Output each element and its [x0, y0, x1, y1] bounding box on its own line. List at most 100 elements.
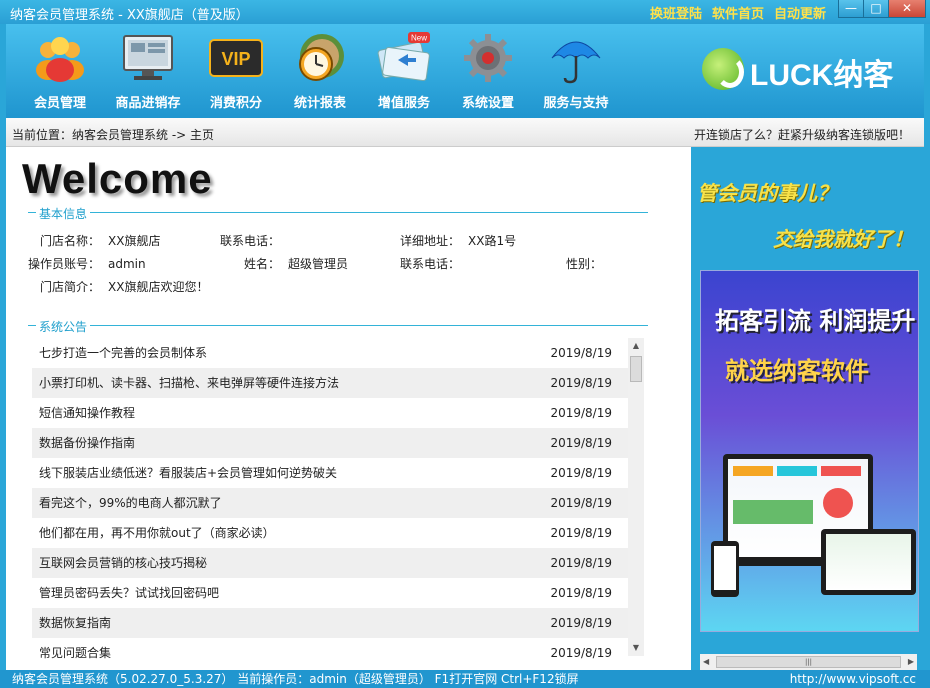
intro-label: 门店简介：	[40, 280, 101, 294]
members-icon	[36, 37, 84, 82]
toolbar-label: 商品进销存	[115, 96, 181, 111]
notice-date: 2019/8/19	[550, 616, 612, 630]
close-button[interactable]: ✕	[888, 0, 926, 18]
scroll-up-icon[interactable]: ▲	[628, 338, 644, 354]
notice-title[interactable]: 看完这个，99%的电商人都沉默了	[39, 488, 222, 518]
store-name-value: XX旗舰店	[108, 234, 161, 248]
notice-title[interactable]: 短信通知操作教程	[39, 398, 135, 428]
breadcrumb-bar: 当前位置：纳客会员管理系统 -> 主页 开连锁店了么？赶紧升级纳客连锁版吧！	[6, 118, 924, 147]
monitor-icon	[123, 35, 173, 80]
intro-field: 门店简介： XX旗舰店欢迎您！	[40, 278, 208, 295]
section-divider	[28, 212, 648, 213]
toolbar-label: 消费积分	[209, 96, 262, 111]
scroll-left-icon[interactable]: ◀	[703, 657, 709, 666]
notice-row[interactable]: 线下服装店业绩低迷？看服装店+会员管理如何逆势破关 2019/8/19	[32, 458, 628, 488]
toolbar-member-management[interactable]: 会员管理	[20, 30, 100, 112]
website-link[interactable]: http://www.vipsoft.cc	[790, 670, 916, 688]
notice-row[interactable]: 七步打造一个完善的会员制体系 2019/8/19	[32, 338, 628, 368]
umbrella-icon	[551, 41, 601, 84]
luck-logo: LUCK纳客	[702, 44, 902, 94]
notice-row[interactable]: 小票打印机、读卡器、扫描枪、来电弹屏等硬件连接方法 2019/8/19	[32, 368, 628, 398]
notice-row[interactable]: 数据恢复指南 2019/8/19	[32, 608, 628, 638]
breadcrumb: 当前位置：纳客会员管理系统 -> 主页	[12, 128, 215, 142]
notice-date: 2019/8/19	[550, 526, 612, 540]
notice-title[interactable]: 小票打印机、读卡器、扫描枪、来电弹屏等硬件连接方法	[39, 368, 339, 398]
toolbar-label: 服务与支持	[543, 96, 609, 111]
notice-title[interactable]: 线下服装店业绩低迷？看服装店+会员管理如何逆势破关	[39, 458, 337, 488]
name-field: 姓名： 超级管理员	[244, 255, 348, 272]
notice-row[interactable]: 常见问题合集 2019/8/19	[32, 638, 628, 668]
svg-text:VIP: VIP	[221, 49, 250, 69]
new-badge: New	[411, 34, 427, 43]
gender-field: 性别：	[566, 255, 610, 272]
title-bar: 纳客会员管理系统 - XX旗舰店（普及版） 换班登陆 软件首页 自动更新 — □ ✕	[0, 0, 930, 24]
scroll-thumb[interactable]: |||	[716, 656, 901, 668]
auto-update-link[interactable]: 自动更新	[774, 7, 826, 22]
main-panel: Welcome 基本信息 门店名称： XX旗舰店 联系电话： 详细地址： XX路1号…	[6, 147, 691, 670]
toolbar-value-added-services[interactable]: New 增值服务	[364, 30, 444, 112]
toolbar-label: 增值服务	[377, 96, 430, 111]
title-links: 换班登陆 软件首页 自动更新	[640, 3, 826, 22]
maximize-button[interactable]: □	[863, 0, 889, 18]
status-bar: 纳客会员管理系统（5.02.27.0_5.3.27） 当前操作员：admin（超…	[0, 670, 930, 688]
notice-row[interactable]: 看完这个，99%的电商人都沉默了 2019/8/19	[32, 488, 628, 518]
toolbar-consumption-points[interactable]: VIP 消费积分	[196, 30, 276, 112]
vip-icon: VIP	[209, 39, 263, 77]
tablet-mockup-icon	[821, 529, 916, 595]
store-phone-label: 联系电话：	[220, 234, 281, 248]
toolbar-label: 统计报表	[293, 96, 346, 111]
toolbar-service-support[interactable]: 服务与支持	[536, 30, 616, 112]
gear-icon	[464, 34, 512, 82]
ad-banner[interactable]: 拓客引流 利润提升 就选纳客软件	[700, 270, 919, 632]
side-horizontal-scrollbar[interactable]: ◀ ||| ▶	[700, 654, 917, 670]
switch-shift-login-link[interactable]: 换班登陆	[650, 7, 702, 22]
toolbar-goods-inventory[interactable]: 商品进销存	[108, 30, 188, 112]
notice-date: 2019/8/19	[550, 346, 612, 360]
scroll-down-icon[interactable]: ▼	[628, 640, 644, 656]
toolbar-statistics-report[interactable]: 统计报表	[280, 30, 360, 112]
notice-title[interactable]: 他们都在用，再不用你就out了（商家必读）	[39, 518, 275, 548]
notice-date: 2019/8/19	[550, 496, 612, 510]
notice-row[interactable]: 数据备份操作指南 2019/8/19	[32, 428, 628, 458]
gender-label: 性别：	[566, 257, 603, 271]
status-text: 纳客会员管理系统（5.02.27.0_5.3.27） 当前操作员：admin（超…	[12, 672, 579, 686]
operator-phone-field: 联系电话：	[400, 255, 468, 272]
phone-mockup-icon	[711, 541, 739, 597]
operator-phone-label: 联系电话：	[400, 257, 461, 271]
scroll-right-icon[interactable]: ▶	[908, 657, 914, 666]
minimize-button[interactable]: —	[838, 0, 864, 18]
notice-row[interactable]: 互联网会员营销的核心技巧揭秘 2019/8/19	[32, 548, 628, 578]
notice-title[interactable]: 常见问题合集	[39, 638, 111, 668]
operator-value: admin	[108, 257, 146, 271]
notice-title[interactable]: 数据恢复指南	[39, 608, 111, 638]
toolbar-system-settings[interactable]: 系统设置	[448, 30, 528, 112]
notice-row[interactable]: 他们都在用，再不用你就out了（商家必读） 2019/8/19	[32, 518, 628, 548]
notice-title[interactable]: 数据备份操作指南	[39, 428, 135, 458]
ad-headline: 拓客引流 利润提升	[715, 307, 916, 335]
notice-scrollbar[interactable]: ▲ ▼	[628, 338, 644, 656]
address-label: 详细地址：	[400, 234, 461, 248]
report-clock-icon	[299, 34, 344, 81]
logo-text: LUCK纳客	[750, 59, 894, 92]
notice-title[interactable]: 管理员密码丢失？试试找回密码吧	[39, 578, 219, 608]
name-value: 超级管理员	[288, 257, 349, 271]
notice-title[interactable]: 互联网会员营销的核心技巧揭秘	[39, 548, 207, 578]
notice-date: 2019/8/19	[550, 376, 612, 390]
notice-date: 2019/8/19	[550, 556, 612, 570]
store-name-label: 门店名称：	[40, 234, 101, 248]
notice-row[interactable]: 管理员密码丢失？试试找回密码吧 2019/8/19	[32, 578, 628, 608]
software-home-link[interactable]: 软件首页	[712, 7, 764, 22]
chain-upgrade-promo[interactable]: 开连锁店了么？赶紧升级纳客连锁版吧！	[694, 126, 910, 143]
notice-date: 2019/8/19	[550, 466, 612, 480]
intro-value: XX旗舰店欢迎您！	[108, 280, 209, 294]
main-toolbar: 会员管理 商品进销存 VIP 消费积分 统计报表 New 增值服务 系统设置 服…	[6, 24, 924, 118]
notice-title[interactable]: 七步打造一个完善的会员制体系	[39, 338, 207, 368]
scroll-thumb[interactable]	[630, 356, 642, 382]
store-name-field: 门店名称： XX旗舰店	[40, 232, 160, 249]
notice-date: 2019/8/19	[550, 586, 612, 600]
name-label: 姓名：	[244, 257, 281, 271]
section-divider	[28, 325, 648, 326]
welcome-heading: Welcome	[22, 155, 213, 202]
notice-row[interactable]: 短信通知操作教程 2019/8/19	[32, 398, 628, 428]
side-ad-panel: 管会员的事儿？ 交给我就好了！ 拓客引流 利润提升 就选纳客软件 ◀ ||| ▶	[691, 147, 924, 670]
